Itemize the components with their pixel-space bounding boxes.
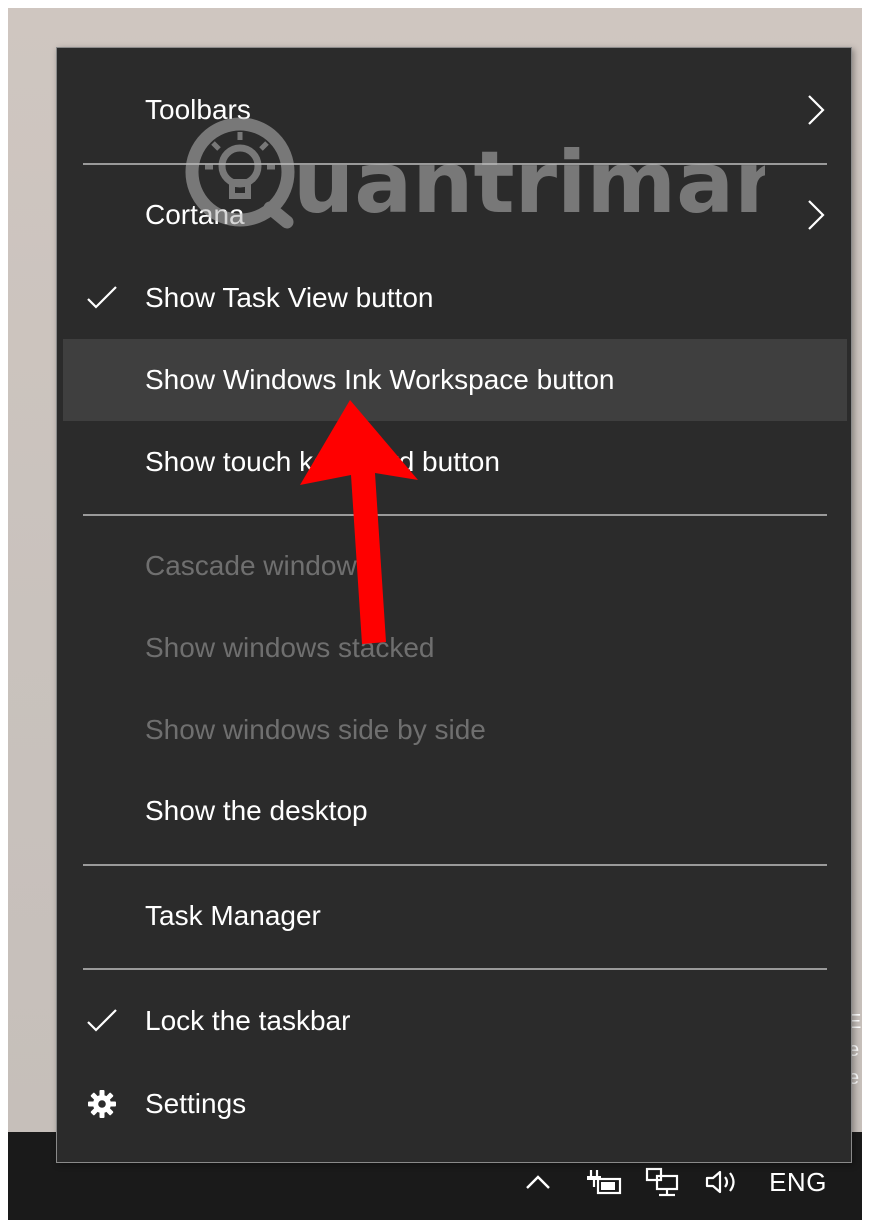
menu-item-cortana[interactable]: Cortana [63, 174, 847, 256]
taskbar-context-menu: Toolbars Cortana Show Task View button S… [56, 47, 852, 1163]
menu-item-show-windows-stacked: Show windows stacked [63, 607, 847, 689]
menu-item-label: Show touch keyboard button [145, 446, 500, 477]
menu-item-label: Lock the taskbar [145, 1005, 351, 1036]
checkmark-icon [87, 286, 117, 309]
volume-button[interactable] [698, 1165, 748, 1199]
menu-item-show-windows-side-by-side: Show windows side by side [63, 689, 847, 771]
battery-button[interactable] [578, 1165, 628, 1199]
volume-icon [705, 1170, 735, 1194]
menu-item-label: Show Task View button [145, 282, 434, 313]
menu-item-show-touch-keyboard-button[interactable]: Show touch keyboard button [63, 421, 847, 503]
menu-item-cascade-windows: Cascade windows [63, 525, 847, 607]
battery-icon [587, 1170, 622, 1195]
menu-item-label: Settings [145, 1088, 247, 1119]
network-button[interactable] [638, 1165, 688, 1199]
menu-separator [83, 163, 827, 165]
menu-item-label: Show Windows Ink Workspace button [145, 364, 615, 395]
menu-item-label: Cortana [145, 199, 245, 230]
chevron-right-icon [808, 95, 825, 125]
gear-icon [88, 1090, 116, 1118]
menu-item-show-task-view-button[interactable]: Show Task View button [63, 257, 847, 339]
menu-item-show-windows-ink-workspace-button[interactable]: Show Windows Ink Workspace button [63, 339, 847, 421]
menu-item-label: Cascade windows [145, 550, 371, 581]
menu-separator [83, 864, 827, 866]
menu-item-settings[interactable]: Settings [63, 1063, 847, 1145]
network-icon [645, 1167, 679, 1197]
menu-item-label: Show windows stacked [145, 632, 435, 663]
menu-item-label: Show windows side by side [145, 714, 486, 745]
menu-item-lock-the-taskbar[interactable]: Lock the taskbar [63, 980, 847, 1062]
menu-separator [83, 514, 827, 516]
chevron-right-icon [808, 200, 825, 230]
menu-item-label: Task Manager [145, 900, 321, 931]
menu-item-label: Show the desktop [145, 795, 368, 826]
show-hidden-icons-button[interactable] [518, 1165, 558, 1199]
checkmark-icon [87, 1009, 117, 1032]
menu-item-toolbars[interactable]: Toolbars [63, 69, 847, 151]
screenshot-stage: Eee ENG Toolbars Cortana Show Task View … [0, 0, 870, 1226]
input-language-indicator[interactable]: ENG [762, 1165, 834, 1199]
menu-item-label: Toolbars [145, 94, 251, 125]
menu-separator [83, 968, 827, 970]
menu-item-task-manager[interactable]: Task Manager [63, 875, 847, 957]
menu-item-show-the-desktop[interactable]: Show the desktop [63, 770, 847, 852]
chevron-up-icon [526, 1175, 550, 1189]
